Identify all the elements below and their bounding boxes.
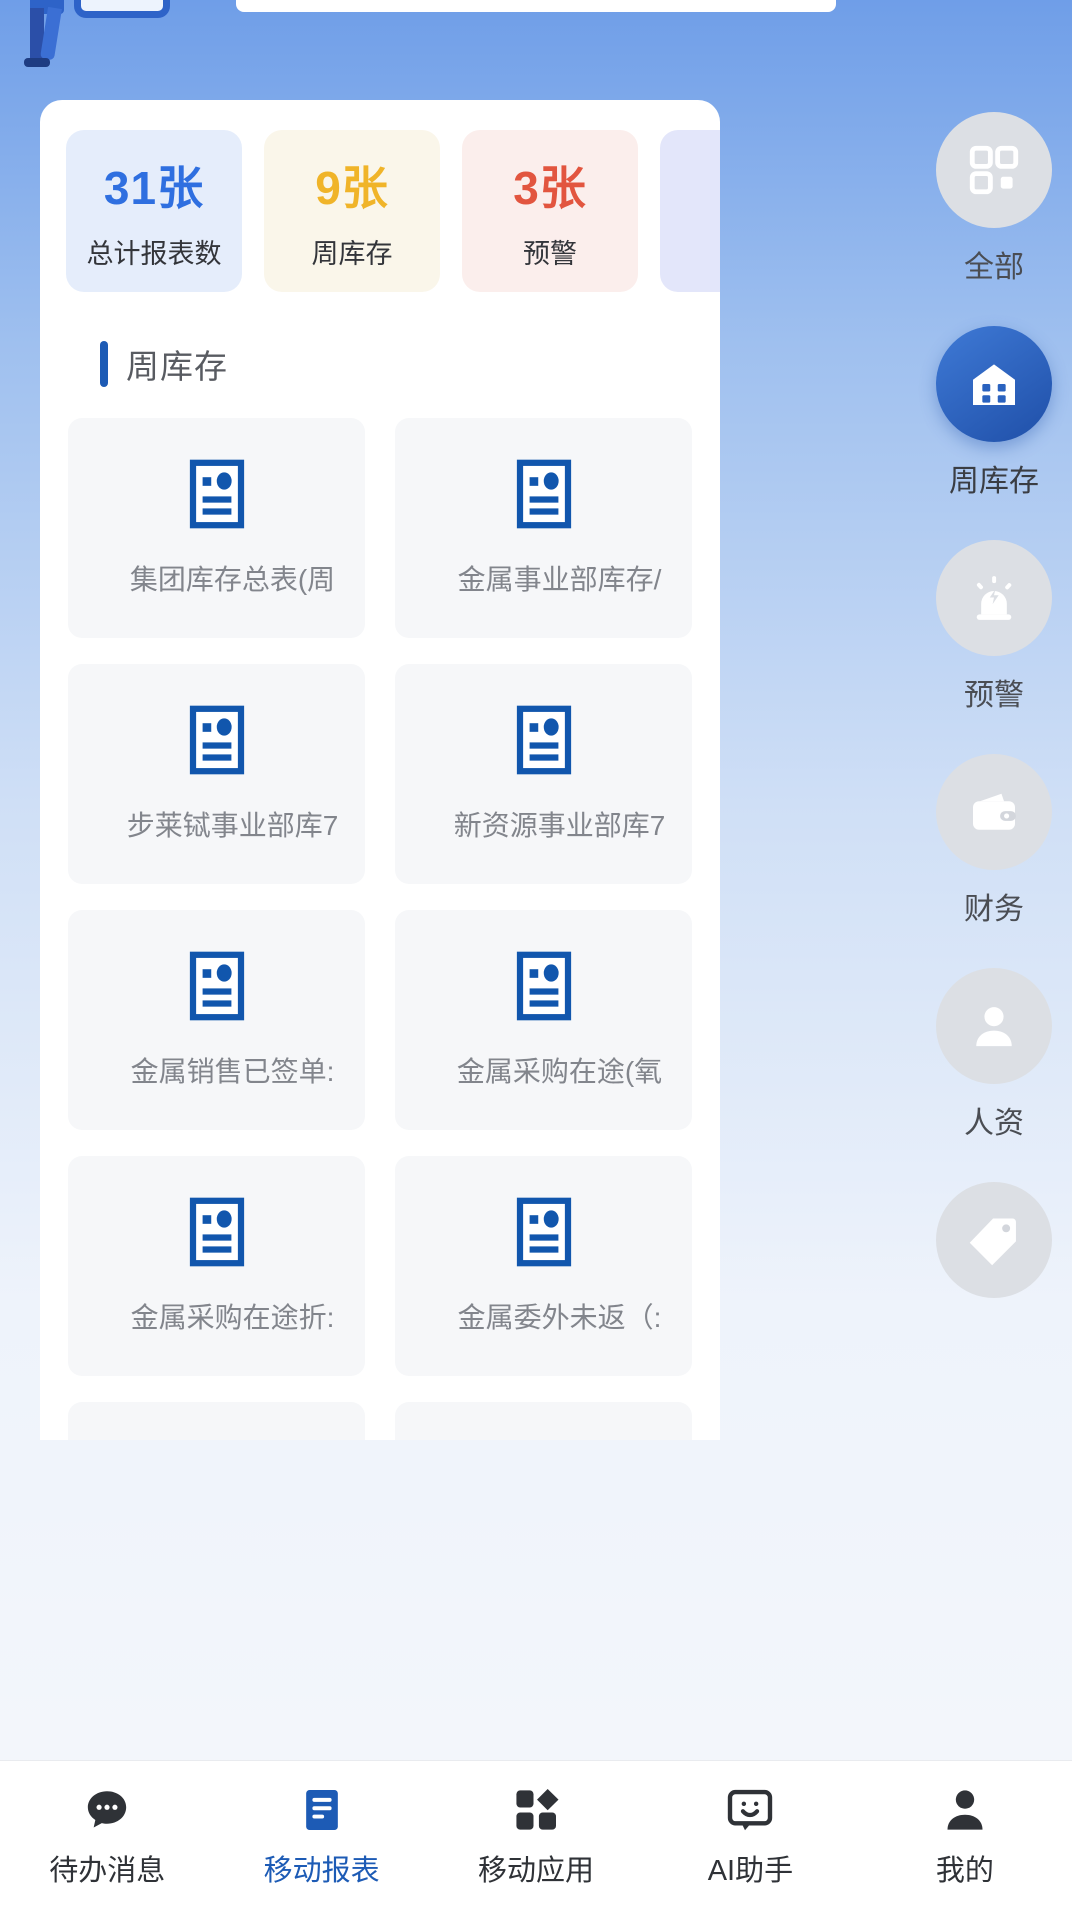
mobile-device-illustration-icon (74, 0, 170, 18)
report-grid: 集团库存总表(周 金属事业部库存/ 步莱铽事业部库7 新资源事业部库7 金属销售… (68, 418, 720, 1440)
report-tile[interactable]: 金属销售已签单: (68, 910, 365, 1130)
report-tile[interactable]: 金属采购在途折: (68, 1156, 365, 1376)
report-book-icon (297, 1785, 347, 1835)
search-input[interactable] (236, 0, 836, 12)
report-tile[interactable]: 金属事业部库存/ (395, 418, 692, 638)
report-doc-icon (189, 459, 244, 529)
content-card: 31张 总计报表数 9张 周库存 3张 预警 周库存 集团库存总表(周 金属事业… (40, 100, 720, 1440)
report-tile[interactable]: 金属委外未返（: (395, 1156, 692, 1376)
rail-item-label: 全部 (964, 251, 1024, 284)
report-tile[interactable] (68, 1402, 365, 1440)
rail-item-weekly-inventory[interactable]: 周库存 (936, 326, 1052, 500)
section-accent-bar (100, 341, 108, 387)
stat-value: 31张 (103, 161, 205, 214)
report-name: 金属销售已签单: (130, 1056, 335, 1087)
section-header: 周库存 (100, 340, 228, 388)
header-illustration (0, 0, 1072, 100)
stat-label: 周库存 (311, 238, 393, 269)
rail-item-label: 周库存 (949, 465, 1039, 498)
rail-item-label: 财务 (964, 893, 1024, 926)
tab-mobile-reports[interactable]: 移动报表 (214, 1761, 428, 1912)
report-name: 金属采购在途(氧 (456, 1056, 663, 1087)
stat-label: 预警 (523, 238, 577, 269)
alarm-light-icon (936, 540, 1052, 656)
report-doc-icon (189, 1197, 244, 1267)
app-root: 31张 总计报表数 9张 周库存 3张 预警 周库存 集团库存总表(周 金属事业… (0, 0, 1072, 1912)
tab-label: 移动应用 (478, 1854, 595, 1887)
rail-item-all[interactable]: 全部 (936, 112, 1052, 286)
bottom-tab-bar: 待办消息 移动报表 移动应用 AI助手 我的 (0, 1760, 1072, 1912)
report-tile[interactable] (395, 1402, 692, 1440)
tag-icon (936, 1182, 1052, 1298)
report-doc-icon (516, 951, 571, 1021)
rail-item-hr[interactable]: 人资 (936, 968, 1052, 1142)
report-name: 金属采购在途折: (130, 1302, 335, 1333)
tab-ai-assistant[interactable]: AI助手 (643, 1761, 857, 1912)
rail-item-label: 预警 (964, 679, 1024, 712)
stat-card-total-reports[interactable]: 31张 总计报表数 (66, 130, 242, 292)
tab-mine[interactable]: 我的 (858, 1761, 1072, 1912)
tab-todo-messages[interactable]: 待办消息 (0, 1761, 214, 1912)
rail-item-label: 人资 (964, 1107, 1024, 1140)
grid-squares-icon (936, 112, 1052, 228)
report-name: 步莱铽事业部库7 (126, 810, 339, 841)
report-doc-icon (189, 951, 244, 1021)
stat-value: 3张 (513, 161, 587, 214)
rail-item-finance[interactable]: 财务 (936, 754, 1052, 928)
report-name: 集团库存总表(周 (129, 564, 336, 595)
rail-item-tag[interactable] (936, 1182, 1052, 1312)
report-doc-icon (516, 705, 571, 775)
report-doc-icon (516, 459, 571, 529)
tab-label: 移动报表 (263, 1854, 380, 1887)
rail-item-alert[interactable]: 预警 (936, 540, 1052, 714)
report-tile[interactable]: 金属采购在途(氧 (395, 910, 692, 1130)
wallet-icon (936, 754, 1052, 870)
apps-grid-icon (511, 1785, 561, 1835)
ai-smiley-icon (725, 1785, 775, 1835)
report-name: 新资源事业部库7 (453, 810, 666, 841)
report-name: 金属委外未返（: (457, 1302, 662, 1333)
stat-card-alerts[interactable]: 3张 预警 (462, 130, 638, 292)
report-tile[interactable]: 新资源事业部库7 (395, 664, 692, 884)
tab-label: 我的 (935, 1854, 994, 1887)
stat-label: 总计报表数 (86, 238, 222, 269)
report-tile[interactable]: 步莱铽事业部库7 (68, 664, 365, 884)
warehouse-icon (936, 326, 1052, 442)
report-doc-icon (189, 705, 244, 775)
report-doc-icon (516, 1197, 571, 1267)
tab-label: AI助手 (707, 1854, 794, 1887)
person-shoe (24, 58, 50, 67)
stat-chip-row[interactable]: 31张 总计报表数 9张 周库存 3张 预警 (40, 130, 720, 306)
chat-dots-icon (82, 1785, 132, 1835)
stat-value: 9张 (315, 161, 389, 214)
report-tile[interactable]: 集团库存总表(周 (68, 418, 365, 638)
stat-card-next-partial[interactable] (660, 130, 720, 292)
person-icon (936, 968, 1052, 1084)
category-rail: 全部 周库存 预警 财务 人资 (720, 112, 1072, 1452)
person-illustration-icon (18, 0, 78, 67)
user-solid-icon (940, 1785, 990, 1835)
report-name: 金属事业部库存/ (457, 564, 662, 595)
section-title-text: 周库存 (126, 348, 228, 385)
tab-mobile-apps[interactable]: 移动应用 (429, 1761, 643, 1912)
tab-label: 待办消息 (49, 1854, 166, 1887)
stat-card-weekly-inventory[interactable]: 9张 周库存 (264, 130, 440, 292)
